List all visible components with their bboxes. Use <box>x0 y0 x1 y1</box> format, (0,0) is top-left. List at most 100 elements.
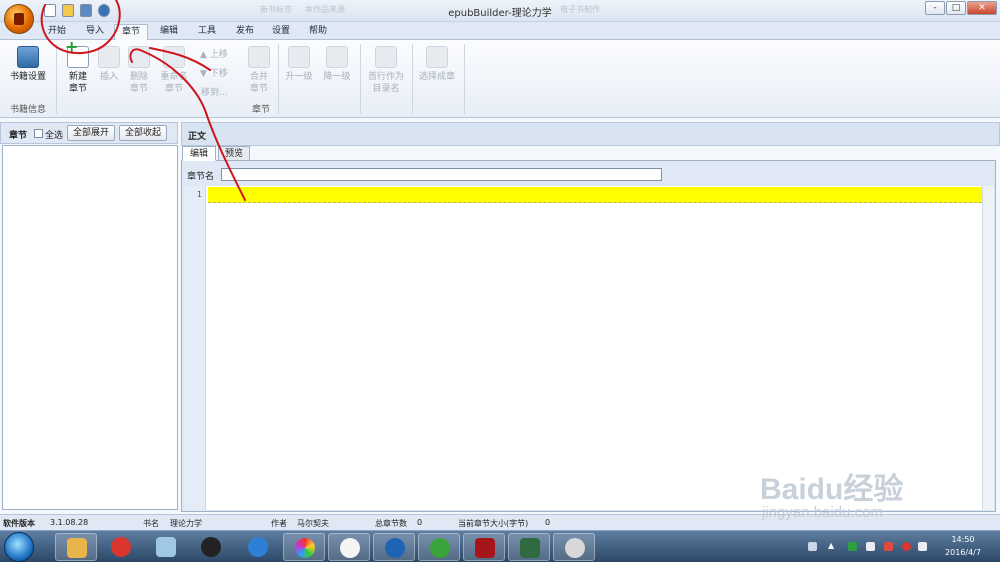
chapter-name-input[interactable] <box>221 168 662 181</box>
total-chapters-label: 总章节数 <box>375 519 407 528</box>
book-settings-button[interactable]: 书籍设置 <box>6 46 50 83</box>
taskbar-app-media[interactable] <box>373 533 415 561</box>
taskbar-app-qq[interactable] <box>190 533 232 561</box>
move-up-label: 上移 <box>209 50 228 60</box>
ribbon-separator <box>278 44 279 114</box>
green-tray-icon[interactable] <box>848 542 857 551</box>
total-chapters-value: 0 <box>417 518 423 527</box>
tab-settings[interactable]: 设置 <box>264 24 298 40</box>
version-value: 3.1.08.28 <box>50 518 89 527</box>
tab-editor[interactable]: 编辑 <box>182 146 216 161</box>
screen-icon <box>520 538 540 558</box>
content-panel-header: 正文 <box>181 122 1000 146</box>
move-down-label: 下移 <box>209 69 228 79</box>
clock-date[interactable]: 2016/4/7 <box>938 548 988 557</box>
new-chapter-button[interactable]: 新建 章节 <box>62 41 94 95</box>
author-label: 作者 <box>271 519 287 528</box>
blue-burst-icon <box>248 537 268 557</box>
select-chapter-icon <box>426 46 448 68</box>
volume-muted-icon[interactable] <box>902 542 911 551</box>
demote-icon <box>326 46 348 68</box>
move-up-button[interactable]: ▲ 上移 <box>200 47 228 60</box>
taskbar-app-clover[interactable] <box>418 533 460 561</box>
expand-all-button[interactable]: 全部展开 <box>67 125 115 141</box>
taskbar-app-paint[interactable] <box>55 533 97 561</box>
book-settings-label: 书籍设置 <box>9 72 46 82</box>
flag-icon[interactable] <box>866 542 875 551</box>
delete-chapter-button[interactable]: 删除 章节 <box>124 46 154 95</box>
chapter-size-value: 0 <box>545 518 551 527</box>
taskbar-app-screen[interactable] <box>508 533 550 561</box>
promote-label: 升一级 <box>285 72 313 82</box>
maximize-button[interactable]: □ <box>946 1 966 15</box>
epub-book-icon <box>475 538 495 558</box>
rename-chapter-label-2: 章节 <box>164 84 183 94</box>
tab-tools[interactable]: 工具 <box>190 24 224 40</box>
app-menu-orb-icon[interactable] <box>4 4 34 34</box>
paint-icon <box>67 538 87 558</box>
delete-icon <box>128 46 150 68</box>
window-title: epubBuilder-理论力学 <box>448 8 552 19</box>
rename-chapter-button[interactable]: 重命名 章节 <box>156 46 192 95</box>
ribbon-separator <box>360 44 361 114</box>
ribbon-separator <box>464 44 465 114</box>
promote-button[interactable]: 升一级 <box>282 46 316 83</box>
show-hidden-icons-icon[interactable]: ▲ <box>828 541 834 550</box>
taskbar-app-reader[interactable] <box>145 533 187 561</box>
first-line-as-title-button[interactable]: 首行作为 目录名 <box>364 46 408 95</box>
taskbar-app-blue-burst[interactable] <box>237 533 279 561</box>
collapse-all-button[interactable]: 全部收起 <box>119 125 167 141</box>
new-chapter-label-1: 新建 <box>68 72 87 82</box>
move-down-button[interactable]: ▼ 下移 <box>200 66 228 79</box>
current-line-highlight <box>208 187 982 203</box>
tab-import[interactable]: 导入 <box>78 24 112 40</box>
baidu-watermark: Baidu经验 jingyan.baidu.com <box>760 456 990 526</box>
demote-button[interactable]: 降一级 <box>320 46 354 83</box>
red-swirl-icon <box>111 537 131 557</box>
book-name-value: 理论力学 <box>170 519 202 528</box>
qq-penguin-icon <box>201 537 221 557</box>
group-label-book-info: 书籍信息 <box>10 105 47 115</box>
new-chapter-icon <box>65 41 89 68</box>
insert-label: 插入 <box>99 72 118 82</box>
insert-button[interactable]: 插入 <box>96 46 122 83</box>
taskbar-app-red-swirl[interactable] <box>100 533 142 561</box>
tab-publish[interactable]: 发布 <box>228 24 262 40</box>
close-button[interactable]: ✕ <box>967 1 997 15</box>
merge-chapter-button[interactable]: 合并 章节 <box>244 46 274 95</box>
watermark-brand: Baidu经验 <box>760 473 904 506</box>
taskbar-app-epub-builder[interactable] <box>463 533 505 561</box>
keyboard-icon[interactable] <box>808 542 817 551</box>
tab-preview[interactable]: 预览 <box>218 146 250 161</box>
network-icon[interactable] <box>918 542 927 551</box>
taskbar-app-keyhole[interactable] <box>328 533 370 561</box>
merge-chapter-label-1: 合并 <box>249 72 268 82</box>
clock-time[interactable]: 14:50 <box>938 535 988 544</box>
rename-icon <box>163 46 185 68</box>
taskbar: ▲ 14:50 2016/4/7 <box>0 530 1000 562</box>
merge-chapter-label-2: 章节 <box>249 84 268 94</box>
line-number: 1 <box>196 190 202 199</box>
toc-icon <box>375 46 397 68</box>
tab-edit[interactable]: 编辑 <box>152 24 186 40</box>
demote-label: 降一级 <box>323 72 351 82</box>
merge-icon <box>248 46 270 68</box>
keyhole-icon <box>340 538 360 558</box>
watermark-site: jingyan.baidu.com <box>762 504 883 521</box>
chapter-tree[interactable] <box>2 145 178 510</box>
minimize-button[interactable]: - <box>925 1 945 15</box>
first-line-title-label-1: 首行作为 <box>367 72 404 82</box>
move-to-button[interactable]: 移到... <box>201 85 228 98</box>
tab-help[interactable]: 帮助 <box>301 24 335 40</box>
select-all-checkbox[interactable] <box>34 129 43 138</box>
chapter-panel-title: 章节 <box>9 131 28 141</box>
version-label: 软件版本 <box>3 519 35 528</box>
delete-chapter-label-2: 章节 <box>129 84 148 94</box>
taskbar-app-compass[interactable] <box>553 533 595 561</box>
security-icon[interactable] <box>884 542 893 551</box>
taskbar-app-color-wheel[interactable] <box>283 533 325 561</box>
tab-chapter[interactable]: 章节 <box>114 24 148 40</box>
start-button-icon[interactable] <box>4 532 34 562</box>
group-label-chapter: 章节 <box>252 105 271 115</box>
select-as-chapter-button[interactable]: 选择成章 <box>416 46 458 83</box>
